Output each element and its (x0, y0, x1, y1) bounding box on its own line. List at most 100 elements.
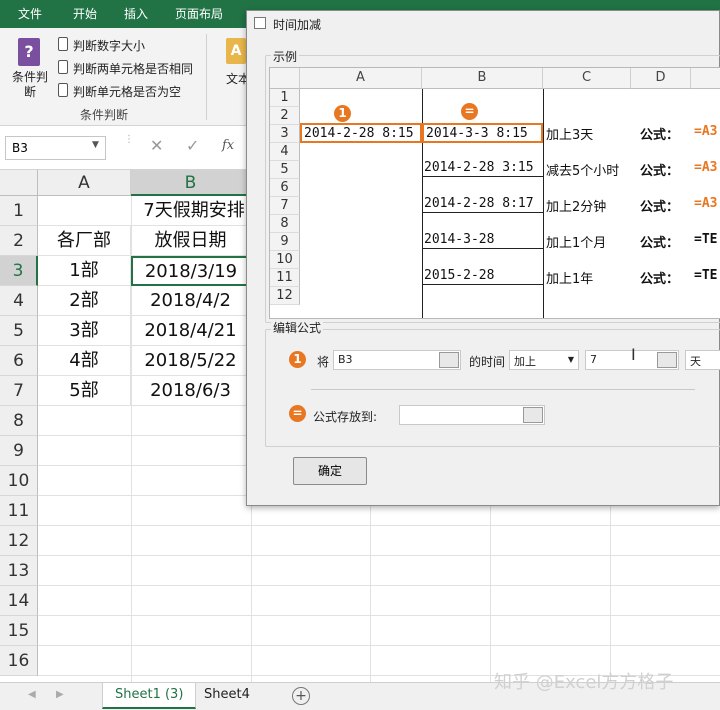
row-header[interactable]: 3 (0, 256, 38, 286)
example-row-header: 12 (270, 287, 300, 305)
de-shijian-label: 的时间 (469, 355, 506, 369)
scroll-left-icon[interactable]: ◀ (28, 689, 36, 700)
cell-b7[interactable]: 2018/6/3 (131, 376, 251, 406)
example-line (422, 284, 543, 285)
cancel-icon[interactable]: ✕ (150, 136, 163, 155)
row-gridline (38, 525, 720, 526)
badge-equals-icon: = (461, 103, 478, 120)
example-line (422, 212, 543, 213)
cell-a5[interactable]: 3部 (38, 316, 131, 346)
dialog-title-bar: 时间加减 (247, 11, 719, 35)
example-grid: A B C D 1 2 3 4 5 6 7 8 9 10 11 12 1 = 2014-2-28 8:… (269, 67, 720, 319)
cell-a4[interactable]: 2部 (38, 286, 131, 316)
sheet-tab-active[interactable]: Sheet1 (3) (102, 683, 197, 709)
select-all-corner[interactable] (0, 170, 38, 196)
tab-home[interactable]: 开始 (73, 5, 97, 22)
formula-e11: =TE (694, 268, 718, 283)
row-header[interactable]: 7 (0, 376, 38, 406)
example-col-e (691, 68, 720, 89)
column-header-a[interactable]: A (38, 170, 131, 196)
calendar-icon[interactable] (657, 352, 677, 368)
cell-a3[interactable]: 1部 (38, 256, 131, 286)
cell-b4[interactable]: 2018/4/2 (131, 286, 251, 316)
row-header[interactable]: 1 (0, 196, 38, 226)
name-box[interactable]: B3 (5, 136, 106, 160)
judge-number-size[interactable]: 判断数字大小 (73, 37, 145, 54)
row-header[interactable]: 16 (0, 646, 38, 676)
cell-a7[interactable]: 5部 (38, 376, 131, 406)
formula-e9: =TE (694, 232, 718, 247)
example-row-header: 6 (270, 179, 300, 197)
formula-label: 公式： (640, 272, 680, 287)
row-header[interactable]: 9 (0, 436, 38, 466)
function-icon[interactable]: fx (222, 138, 234, 153)
edit-formula-group (265, 329, 720, 447)
unit-value: 天 (690, 355, 701, 368)
example-row-header: 7 (270, 197, 300, 215)
range-picker-icon[interactable] (523, 407, 543, 423)
tab-page-layout[interactable]: 页面布局 (175, 5, 223, 22)
formula-label: 公式： (640, 164, 680, 179)
row-header[interactable]: 13 (0, 556, 38, 586)
chevron-down-icon[interactable]: ▼ (92, 140, 99, 150)
judge-cells-equal[interactable]: 判断两单元格是否相同 (73, 60, 193, 77)
time-add-dialog: 时间加减 示例 A B C D 1 2 3 4 5 6 7 8 9 10 11 12 1 = 2014… (246, 10, 720, 506)
example-col-c: C (543, 68, 631, 89)
example-row-header: 5 (270, 161, 300, 179)
row-header[interactable]: 2 (0, 226, 38, 256)
badge-equals-icon: = (289, 405, 306, 422)
tab-file[interactable]: 文件 (18, 5, 42, 22)
check-icon[interactable]: ✓ (186, 136, 199, 155)
row-gridline (38, 555, 720, 556)
range-picker-icon[interactable] (439, 352, 459, 368)
ok-button[interactable]: 确定 (293, 457, 367, 485)
row-gridline (38, 645, 720, 646)
cell-b3-selected[interactable]: 2018/3/19 (131, 256, 251, 286)
example-b3: 2014-3-3 8:15 (422, 123, 543, 143)
row-header[interactable]: 4 (0, 286, 38, 316)
cell-b5[interactable]: 2018/4/21 (131, 316, 251, 346)
row-header[interactable]: 10 (0, 466, 38, 496)
condition-judge-button[interactable]: 条件判断 (12, 70, 48, 100)
formula-label: 公式： (640, 128, 680, 143)
badge-1-icon: 1 (289, 351, 306, 368)
example-row-header: 10 (270, 251, 300, 269)
scroll-right-icon[interactable]: ▶ (56, 689, 64, 700)
unit-select[interactable]: 天 (685, 350, 720, 370)
row-header[interactable]: 8 (0, 406, 38, 436)
formula-e5: =A3 (694, 160, 718, 175)
badge-1-icon: 1 (334, 105, 351, 122)
row-header[interactable]: 5 (0, 316, 38, 346)
row-header[interactable]: 11 (0, 496, 38, 526)
text-icon: A (226, 38, 246, 64)
chevron-down-icon: ▼ (567, 355, 574, 364)
operation-select[interactable]: 加上 ▼ (509, 350, 579, 370)
example-col-b: B (422, 68, 543, 89)
title-cell[interactable]: 7天假期安排 (38, 196, 251, 226)
example-c11: 加上1年 (546, 272, 594, 287)
column-header-b[interactable]: B (131, 170, 251, 196)
store-label: 公式存放到: (313, 410, 378, 424)
cell-a6[interactable]: 4部 (38, 346, 131, 376)
tab-insert[interactable]: 插入 (124, 5, 148, 22)
source-cell-value: B3 (338, 353, 353, 366)
name-box-value: B3 (12, 141, 28, 155)
example-b7: 2014-2-28 8:17 (424, 196, 534, 211)
row-header[interactable]: 12 (0, 526, 38, 556)
amount-value: 7 (590, 353, 597, 366)
sheet-tab[interactable]: Sheet4 (192, 683, 262, 709)
judge-cell-empty[interactable]: 判断单元格是否为空 (73, 83, 181, 100)
jiang-label: 将 (317, 355, 330, 369)
bookmark-icon (58, 37, 68, 51)
row-header[interactable]: 14 (0, 586, 38, 616)
add-sheet-icon[interactable]: + (292, 687, 310, 705)
edit-divider (311, 389, 695, 390)
row-header[interactable]: 6 (0, 346, 38, 376)
app-icon (254, 17, 266, 29)
cell-b6[interactable]: 2018/5/22 (131, 346, 251, 376)
formula-e3: =A3 (694, 124, 718, 139)
header-cell-a[interactable]: 各厂部 (38, 226, 131, 256)
example-col-a: A (300, 68, 422, 89)
row-header[interactable]: 15 (0, 616, 38, 646)
header-cell-b[interactable]: 放假日期 (131, 226, 251, 256)
